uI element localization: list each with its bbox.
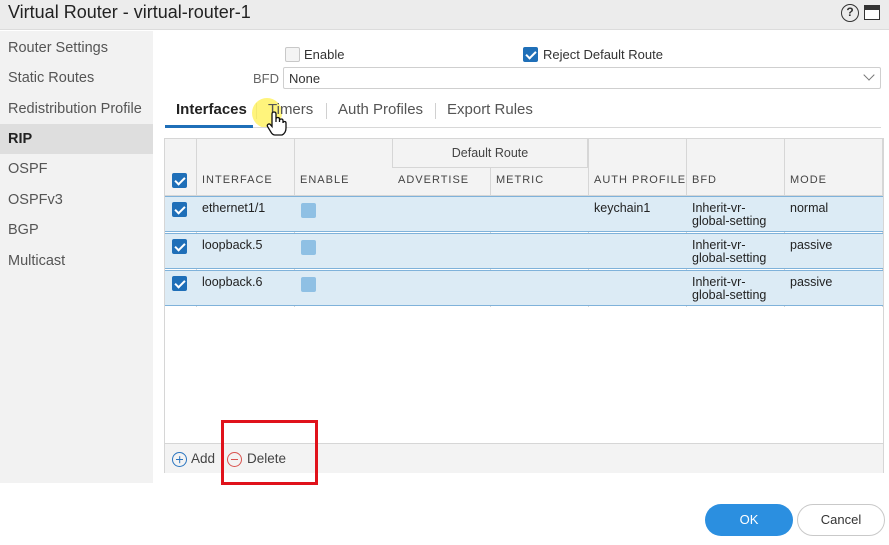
cell-bfd-line: global-setting [692,214,767,228]
add-icon[interactable] [172,452,187,467]
row-select-checkbox[interactable] [172,276,187,291]
title-bar: Virtual Router - virtual-router-1 ? [0,0,889,30]
cell-interface: loopback.6 [202,275,263,289]
cell-bfd-line: global-setting [692,251,767,265]
table-row[interactable]: ethernet1/1 keychain1 Inherit-vr- global… [165,196,883,232]
cell-bfd: Inherit-vr- global-setting [692,276,766,302]
delete-highlight-box [221,420,318,485]
default-route-group-header: Default Route [392,139,588,168]
cell-mode: normal [790,201,829,215]
tab-export-rules[interactable]: Export Rules [447,101,533,118]
select-all-checkbox[interactable] [172,173,187,188]
cell-mode: passive [790,238,833,252]
cell-auth-profile: keychain1 [594,201,651,215]
table-header: Default Route INTERFACE ENABLE ADVERTISE… [165,139,883,196]
table-row[interactable]: loopback.6 Inherit-vr- global-setting pa… [165,270,883,306]
sidebar-item-router-settings[interactable]: Router Settings [0,33,153,63]
table-row[interactable]: loopback.5 Inherit-vr- global-setting pa… [165,233,883,269]
sidebar-item-multicast[interactable]: Multicast [0,246,153,276]
bfd-select[interactable]: None [283,67,881,89]
add-button[interactable]: Add [191,451,215,466]
column-enable[interactable]: ENABLE [300,174,349,186]
column-auth-profile[interactable]: AUTH PROFILE [594,174,686,186]
tab-separator [435,103,436,119]
sidebar-item-ospfv3[interactable]: OSPFv3 [0,185,153,215]
cell-bfd: Inherit-vr- global-setting [692,202,766,228]
tab-auth-profiles[interactable]: Auth Profiles [338,101,423,118]
row-select-checkbox[interactable] [172,202,187,217]
window-title: Virtual Router - virtual-router-1 [8,2,251,22]
cancel-button[interactable]: Cancel [797,504,885,536]
sidebar: Router Settings Static Routes Redistribu… [0,31,153,483]
hand-cursor-icon [266,111,287,136]
ok-button[interactable]: OK [705,504,793,536]
sidebar-item-bgp[interactable]: BGP [0,215,153,245]
cell-enable-checkbox [301,203,316,218]
column-interface[interactable]: INTERFACE [202,174,273,186]
cell-interface: ethernet1/1 [202,201,266,215]
column-metric[interactable]: METRIC [496,174,544,186]
help-icon[interactable]: ? [841,4,859,22]
bfd-label: BFD [253,71,279,86]
chevron-down-icon [863,69,875,81]
cell-bfd-line: global-setting [692,288,767,302]
column-advertise[interactable]: ADVERTISE [398,174,469,186]
column-mode[interactable]: MODE [790,174,827,186]
sidebar-item-ospf[interactable]: OSPF [0,154,153,184]
bfd-selected-value: None [289,71,321,86]
enable-label: Enable [304,47,345,62]
sidebar-item-static-routes[interactable]: Static Routes [0,63,153,93]
tab-separator [326,103,327,119]
maximize-icon[interactable] [864,5,880,20]
enable-checkbox[interactable] [285,47,300,62]
cell-enable-checkbox [301,277,316,292]
sidebar-item-redistribution-profile[interactable]: Redistribution Profile [0,94,153,124]
row-select-checkbox[interactable] [172,239,187,254]
cell-mode: passive [790,275,833,289]
column-bfd[interactable]: BFD [692,174,717,186]
cell-enable-checkbox [301,240,316,255]
cell-interface: loopback.5 [202,238,263,252]
tab-interfaces[interactable]: Interfaces [176,101,247,118]
reject-default-route-label: Reject Default Route [543,47,663,62]
cell-bfd: Inherit-vr- global-setting [692,239,766,265]
sidebar-item-rip[interactable]: RIP [0,124,153,154]
reject-default-route-checkbox[interactable] [523,47,538,62]
active-tab-indicator [165,125,253,128]
